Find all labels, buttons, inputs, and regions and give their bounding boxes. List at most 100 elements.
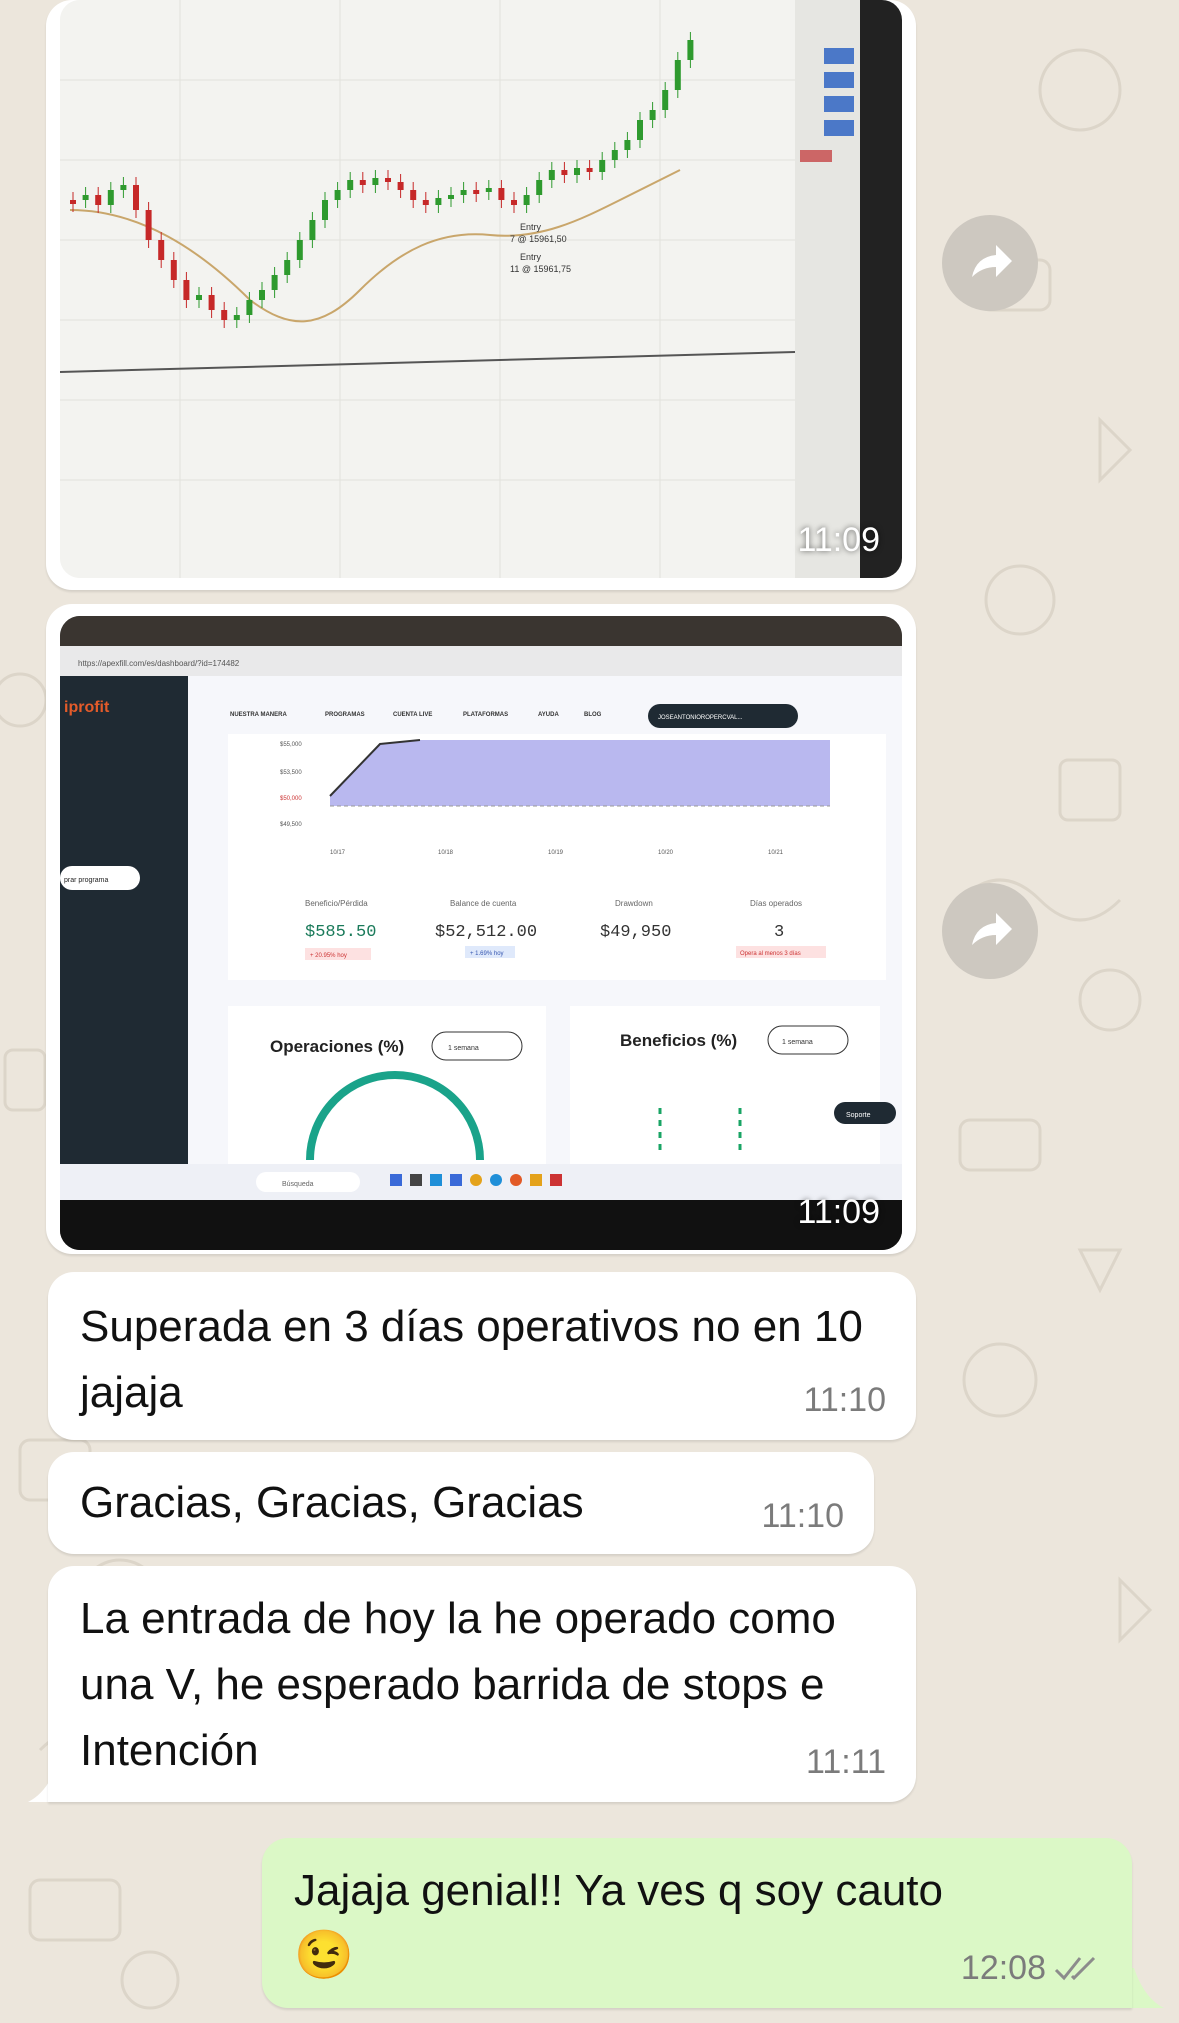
- candle: [170, 260, 177, 280]
- candle: [309, 220, 316, 240]
- chart-label: Entry: [520, 252, 542, 262]
- candle: [183, 280, 190, 300]
- nav-item: NUESTRA MANERA: [230, 712, 287, 718]
- nav-item: BLOG: [584, 712, 602, 718]
- candle: [523, 195, 530, 205]
- candle: [246, 300, 253, 315]
- message-time: 12:08: [960, 1949, 1046, 1987]
- candle: [460, 190, 467, 195]
- candle: [511, 200, 517, 205]
- candle: [397, 182, 404, 190]
- nav-item: PROGRAMAS: [325, 712, 365, 718]
- candle: [674, 60, 681, 90]
- candle: [196, 295, 202, 300]
- message-text: La entrada de hoy la he operado como una…: [80, 1594, 836, 1775]
- stat-label: Drawdown: [615, 899, 653, 908]
- candle: [284, 260, 291, 275]
- forward-button-2[interactable]: [942, 883, 1038, 979]
- x-tick: 10/17: [330, 850, 346, 856]
- candle: [599, 160, 606, 172]
- candle: [70, 200, 76, 204]
- candle: [611, 150, 618, 160]
- forward-icon: [972, 913, 1012, 945]
- candle: [473, 190, 480, 194]
- stat-badge: + 20.95% hoy: [310, 953, 347, 959]
- winking-face-emoji: 😉: [294, 1929, 354, 1982]
- message-bubble-2[interactable]: Gracias, Gracias, Gracias 11:10: [48, 1452, 874, 1554]
- candle: [120, 185, 127, 190]
- stat-value: $585.50: [305, 923, 376, 942]
- candle: [649, 110, 656, 120]
- candle: [574, 168, 580, 175]
- candle: [359, 180, 366, 185]
- candle: [347, 180, 354, 190]
- candle: [662, 90, 669, 110]
- candle: [586, 168, 593, 172]
- candle: [372, 178, 379, 185]
- y-tick: $50,000: [280, 796, 302, 802]
- photo-message-1[interactable]: Entry 7 @ 15961,50 Entry 11 @ 15961,75 1…: [46, 0, 916, 590]
- stat-badge: Opera al menos 3 días: [740, 951, 801, 957]
- message-time: 11:10: [803, 1381, 886, 1419]
- message-time: 11:11: [805, 1743, 886, 1781]
- candle: [637, 120, 643, 140]
- candle: [548, 170, 555, 180]
- forward-icon: [972, 245, 1012, 277]
- message-bubble-3[interactable]: La entrada de hoy la he operado como una…: [48, 1566, 916, 1802]
- candle: [435, 198, 442, 205]
- brand-logo: iprofit: [64, 699, 110, 716]
- support-button: Soporte: [846, 1112, 871, 1119]
- candle: [561, 170, 568, 175]
- candle: [385, 178, 391, 182]
- stat-badge: + 1.69% hoy: [470, 951, 504, 957]
- candle: [158, 240, 165, 260]
- candle: [422, 200, 429, 205]
- dashboard-photo[interactable]: https://apexfill.com/es/dashboard/?id=17…: [60, 616, 902, 1250]
- candle: [95, 195, 102, 205]
- nav-item: PLATAFORMAS: [463, 712, 508, 718]
- operaciones-title: Operaciones (%): [270, 1037, 404, 1056]
- y-tick: $49,500: [280, 822, 302, 828]
- candle: [322, 200, 328, 220]
- trading-chart-photo[interactable]: Entry 7 @ 15961,50 Entry 11 @ 15961,75 1…: [60, 0, 902, 578]
- candle: [687, 40, 694, 60]
- y-tick: $53,500: [280, 770, 302, 776]
- stat-value: $49,950: [600, 923, 671, 942]
- candle: [624, 140, 631, 150]
- nav-item: CUENTA LIVE: [393, 712, 432, 718]
- candle: [498, 188, 505, 200]
- x-tick: 10/20: [658, 850, 674, 856]
- dashboard-screenshot: https://apexfill.com/es/dashboard/?id=17…: [60, 616, 902, 1250]
- stat-value: 3: [774, 923, 784, 942]
- candle: [233, 315, 240, 320]
- double-check-icon: [1054, 1956, 1096, 1981]
- candle: [536, 180, 543, 195]
- candle: [296, 240, 303, 260]
- forward-button-1[interactable]: [942, 215, 1038, 311]
- candle: [259, 290, 265, 300]
- chart-label: Entry: [520, 222, 542, 232]
- photo-message-2[interactable]: https://apexfill.com/es/dashboard/?id=17…: [46, 604, 916, 1254]
- message-text: Superada en 3 días operativos no en 10 j…: [80, 1302, 863, 1417]
- user-pill: JOSEANTONIOROPERCVAL...: [658, 715, 743, 721]
- photo-time: 11:09: [797, 1193, 880, 1231]
- message-text: Gracias, Gracias, Gracias: [80, 1478, 584, 1527]
- message-bubble-outgoing[interactable]: Jajaja genial!! Ya ves q soy cauto 😉 12:…: [262, 1838, 1132, 2008]
- chart-label: 11 @ 15961,75: [510, 264, 571, 274]
- message-text: Jajaja genial!! Ya ves q soy cauto: [294, 1866, 943, 1915]
- nav-item: AYUDA: [538, 712, 559, 718]
- sidebar-button: prar programa: [64, 877, 108, 884]
- operaciones-select: 1 semana: [448, 1045, 479, 1052]
- candle: [485, 188, 492, 192]
- x-tick: 10/18: [438, 850, 454, 856]
- message-time: 11:10: [761, 1497, 844, 1535]
- candle: [107, 190, 114, 205]
- candle: [208, 295, 215, 310]
- x-tick: 10/21: [768, 850, 784, 856]
- x-tick: 10/19: [548, 850, 564, 856]
- beneficios-select: 1 semana: [782, 1039, 813, 1046]
- message-bubble-1[interactable]: Superada en 3 días operativos no en 10 j…: [48, 1272, 916, 1440]
- taskbar-search: Búsqueda: [282, 1181, 314, 1188]
- candle: [448, 195, 454, 199]
- stat-value: $52,512.00: [435, 923, 537, 942]
